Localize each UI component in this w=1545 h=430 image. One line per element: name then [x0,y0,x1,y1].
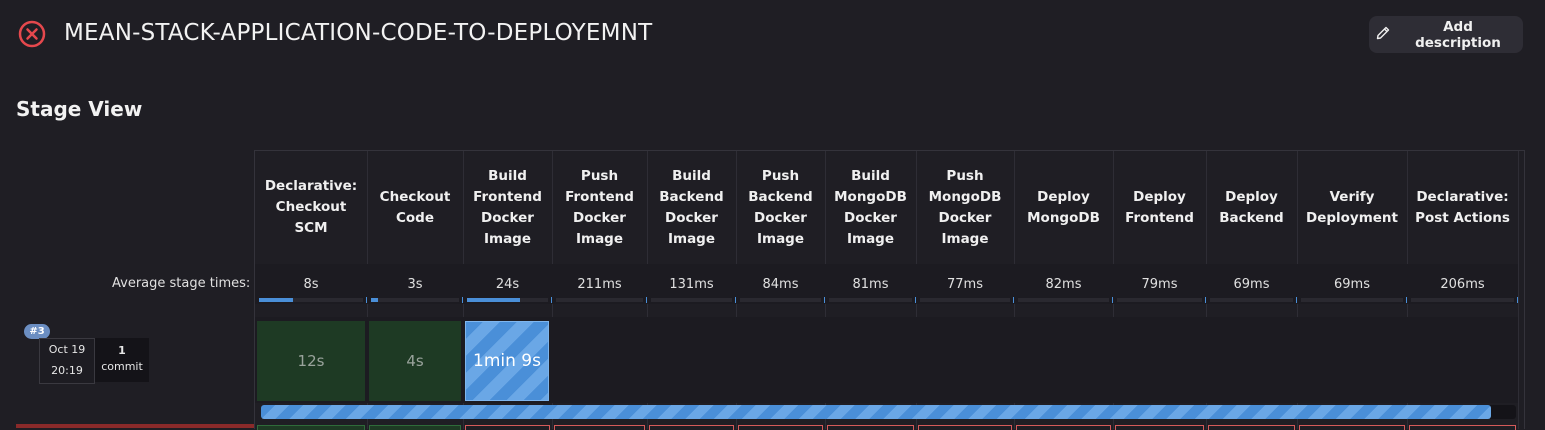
build-progress-bar [261,405,1516,419]
stage-column: Push Frontend Docker Image 211ms [552,151,648,430]
stage-header: Build Backend Docker Image [659,167,724,247]
page-title: MEAN-STACK-APPLICATION-CODE-TO-DEPLOYEMN… [64,20,653,46]
stage-header: Deploy Backend [1219,188,1284,226]
page-header: MEAN-STACK-APPLICATION-CODE-TO-DEPLOYEMN… [0,0,1545,70]
stage-result-cell-running[interactable]: 1min 9s [465,321,549,401]
add-description-button[interactable]: Add description [1369,16,1523,53]
build-row-cell-area [736,317,825,403]
build-date: Oct 19 20:19 [39,338,95,384]
build-row-cell-area [1407,317,1518,403]
stage-average-bar-track [651,298,732,302]
failed-x-circle-icon [18,20,46,48]
build-date-day: Oct 19 [48,343,86,356]
stage-header: Deploy Frontend [1125,188,1194,226]
stage-header: Declarative: Post Actions [1415,188,1510,226]
stage-average-bar-track [1210,298,1293,302]
stage-column: Checkout Code 3s 4s [367,151,464,430]
build-progress-fill [261,405,1491,419]
build-row-cell-area [1297,317,1407,403]
stage-column: Push Backend Docker Image 84ms [736,151,826,430]
stage-average-bar-track [259,298,363,302]
stage-average-bar-track [920,298,1010,302]
build-row-cell-area [825,317,916,403]
stage-average-bar-track [1117,298,1202,302]
stage-average-bar [259,298,294,302]
stage-average-bar-track [467,298,548,302]
stage-header: Verify Deployment [1305,188,1398,226]
stage-column: Declarative: Post Actions 206ms [1407,151,1519,430]
commit-count: 1 [118,344,126,357]
stage-column: Deploy MongoDB 82ms [1014,151,1114,430]
commit-label: commit [101,360,143,373]
pencil-icon [1375,25,1391,45]
stage-average-bar [467,298,520,302]
stage-average-bar-track [556,298,643,302]
stage-header: Build Frontend Docker Image [473,167,542,247]
stage-average-bar-track [1301,298,1403,302]
stage-average-bar-track [740,298,821,302]
stage-result-cell-success[interactable]: 12s [257,321,365,401]
build-date-time: 20:19 [51,364,83,377]
stage-average-bar-track [829,298,912,302]
stage-header: Checkout Code [379,188,451,226]
build-row-cell-area [647,317,736,403]
build-row-cell-area [1206,317,1297,403]
stage-average-bar-track [1411,298,1514,302]
stage-column: Build MongoDB Docker Image 81ms [825,151,917,430]
stage-average-tick [1517,297,1518,303]
stage-result-cell-success[interactable]: 4s [369,321,461,401]
stage-header: Deploy MongoDB [1027,188,1100,226]
build-row-cell-area [916,317,1014,403]
stage-average-bar-track [1018,298,1109,302]
stage-average-bar [371,298,379,302]
stage-header: Declarative: Checkout SCM [264,178,358,236]
build-row-cell-area [1113,317,1206,403]
stage-column: Deploy Frontend 79ms [1113,151,1207,430]
stage-average-bar-track [371,298,459,302]
stage-column: Build Backend Docker Image 131ms [647,151,737,430]
next-build-row-edge [16,424,254,428]
stage-view-heading: Stage View [16,97,143,121]
stage-column: Declarative: Checkout SCM 8s 12s [255,151,368,430]
stage-header: Push Frontend Docker Image [565,167,634,247]
build-row-cell-area [552,317,647,403]
stage-header: Push Backend Docker Image [748,167,813,247]
stage-column: Deploy Backend 69ms [1206,151,1298,430]
add-description-label: Add description [1415,18,1501,51]
stage-column: Build Frontend Docker Image 24s 1min 9s [463,151,553,430]
stage-grid: Declarative: Checkout SCM 8s 12s Checkout C… [254,150,1525,430]
stage-header: Push MongoDB Docker Image [928,167,1002,247]
average-stage-times-label: Average stage times: [112,276,251,291]
build-number-badge[interactable]: #3 [24,324,50,339]
build-row-cell-area [1014,317,1113,403]
build-commits[interactable]: 1 commit [95,338,149,382]
stage-column: Verify Deployment 69ms [1297,151,1408,430]
stage-header: Build MongoDB Docker Image [834,167,907,247]
stage-column: Push MongoDB Docker Image 77ms [916,151,1015,430]
